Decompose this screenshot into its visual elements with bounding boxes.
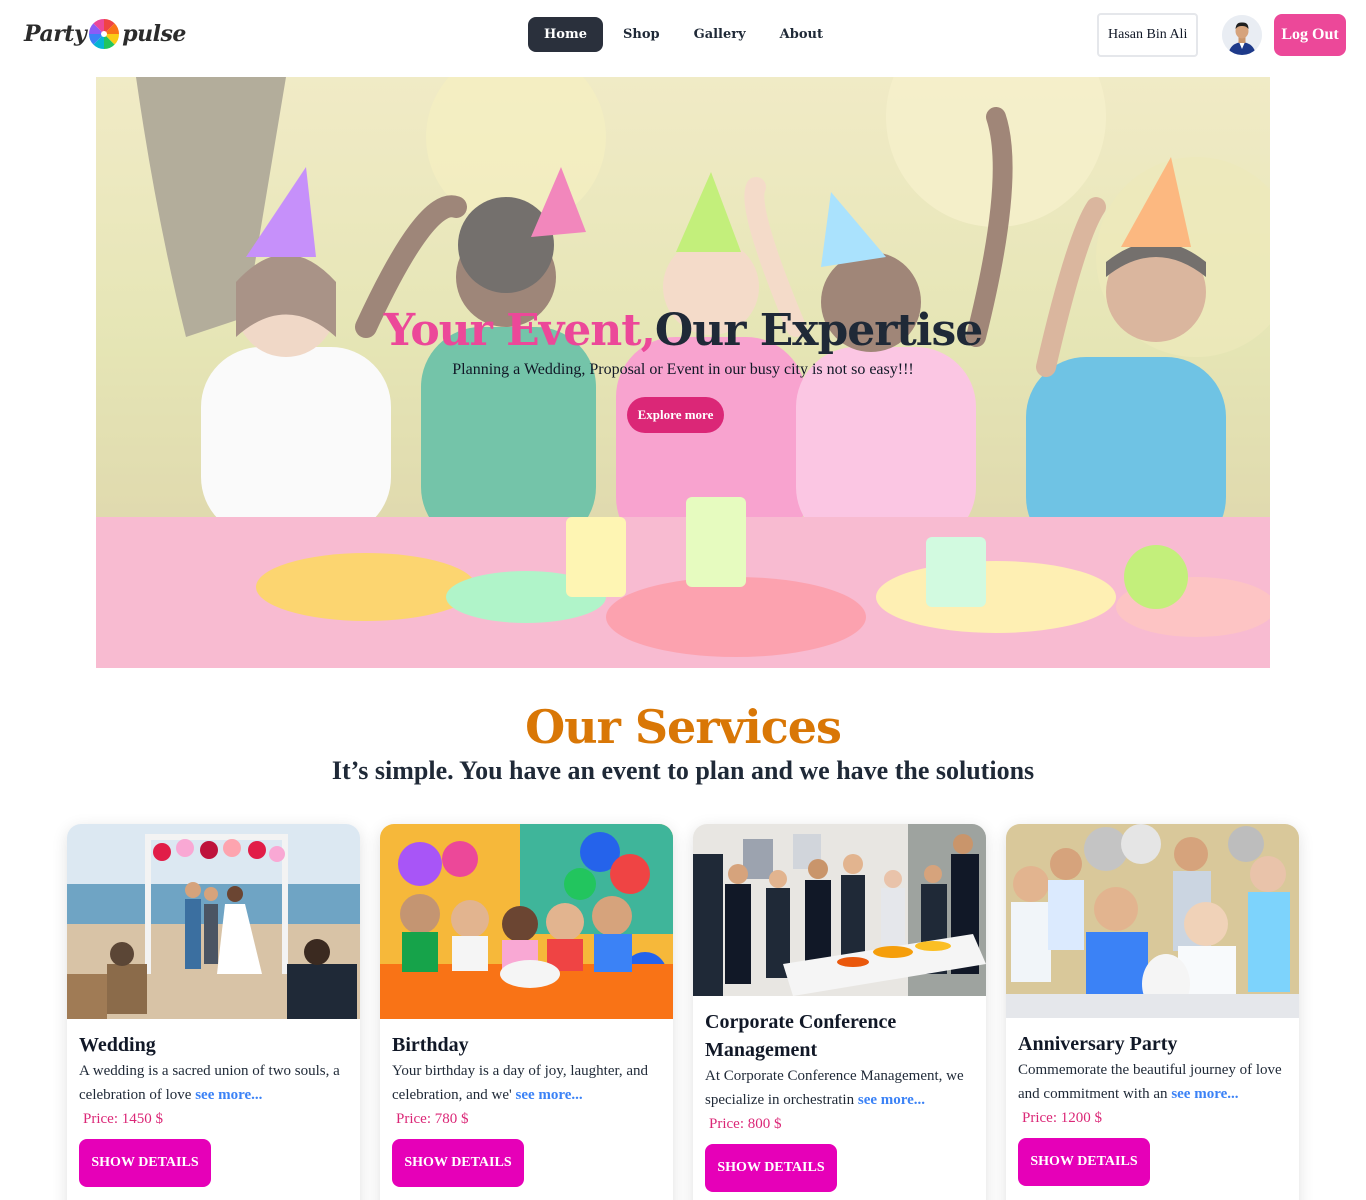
card-body: Birthday Your birthday is a day of joy, … — [392, 1031, 661, 1187]
main-nav: Home Shop Gallery About — [528, 17, 837, 52]
card-description: A wedding is a sacred union of two souls… — [79, 1059, 348, 1107]
anniversary-image — [1006, 824, 1299, 1018]
show-details-button[interactable]: Show Details — [1018, 1138, 1150, 1186]
card-title: Wedding — [79, 1034, 156, 1056]
hero-subtitle: Planning a Wedding, Proposal or Event in… — [452, 361, 914, 378]
card-price: Price: 780 $ — [396, 1111, 469, 1127]
logo[interactable]: Party pulse — [24, 14, 186, 54]
service-card-anniversary: Anniversary Party Commemorate the beauti… — [1006, 824, 1299, 1200]
card-price: Price: 800 $ — [709, 1116, 782, 1132]
service-card-birthday: Birthday Your birthday is a day of joy, … — [380, 824, 673, 1200]
service-card-wedding: Wedding A wedding is a sacred union of t… — [67, 824, 360, 1200]
services-title: Our Services — [525, 700, 842, 754]
nav-shop[interactable]: Shop — [609, 17, 674, 52]
see-more-link[interactable]: see more... — [1171, 1086, 1238, 1102]
user-name: Hasan Bin Ali — [1097, 13, 1199, 57]
card-description-text: Commemorate the beautiful journey of lov… — [1018, 1062, 1282, 1102]
show-details-button[interactable]: Show Details — [392, 1139, 524, 1187]
nav-about[interactable]: About — [766, 17, 837, 52]
see-more-link[interactable]: see more... — [858, 1092, 925, 1108]
show-details-button[interactable]: Show Details — [705, 1144, 837, 1192]
card-description: Commemorate the beautiful journey of lov… — [1018, 1058, 1287, 1106]
card-body: Corporate Conference Management At Corpo… — [705, 1008, 974, 1192]
see-more-link[interactable]: see more... — [195, 1087, 262, 1103]
hero-banner: Your Event,Our Expertise Planning a Wedd… — [96, 77, 1270, 668]
wedding-image — [67, 824, 360, 1019]
nav-home[interactable]: Home — [528, 17, 603, 52]
card-body: Wedding A wedding is a sacred union of t… — [79, 1031, 348, 1187]
card-title: Corporate Conference Management — [705, 1011, 897, 1061]
pinwheel-logo-icon — [89, 19, 120, 49]
hero-content: Your Event,Our Expertise Planning a Wedd… — [96, 77, 1270, 668]
card-description: At Corporate Conference Management, we s… — [705, 1064, 974, 1112]
hero-title: Your Event,Our Expertise — [96, 305, 1270, 356]
hero-title-pink: Your Event, — [383, 305, 656, 356]
service-card-corporate: Corporate Conference Management At Corpo… — [693, 824, 986, 1200]
logo-text-right: pulse — [122, 21, 186, 47]
logo-text-left: Party — [24, 21, 87, 47]
card-description: Your birthday is a day of joy, laughter,… — [392, 1059, 661, 1107]
see-more-link[interactable]: see more... — [515, 1087, 582, 1103]
nav-gallery[interactable]: Gallery — [680, 17, 760, 52]
show-details-button[interactable]: Show Details — [79, 1139, 211, 1187]
card-title: Anniversary Party — [1018, 1033, 1178, 1055]
logout-button[interactable]: Log Out — [1274, 14, 1346, 56]
hero-title-dark: Our Expertise — [654, 305, 983, 356]
navbar: Party pulse Home Shop Gallery About Hasa… — [0, 0, 1366, 70]
birthday-image — [380, 824, 673, 1019]
user-avatar-icon[interactable] — [1222, 15, 1262, 55]
card-body: Anniversary Party Commemorate the beauti… — [1018, 1030, 1287, 1186]
card-price: Price: 1200 $ — [1022, 1110, 1102, 1126]
corporate-image — [693, 824, 986, 996]
services-subtitle: It’s simple. You have an event to plan a… — [331, 756, 1035, 785]
card-title: Birthday — [392, 1034, 469, 1056]
explore-more-button[interactable]: Explore more — [627, 397, 724, 433]
card-price: Price: 1450 $ — [83, 1111, 163, 1127]
